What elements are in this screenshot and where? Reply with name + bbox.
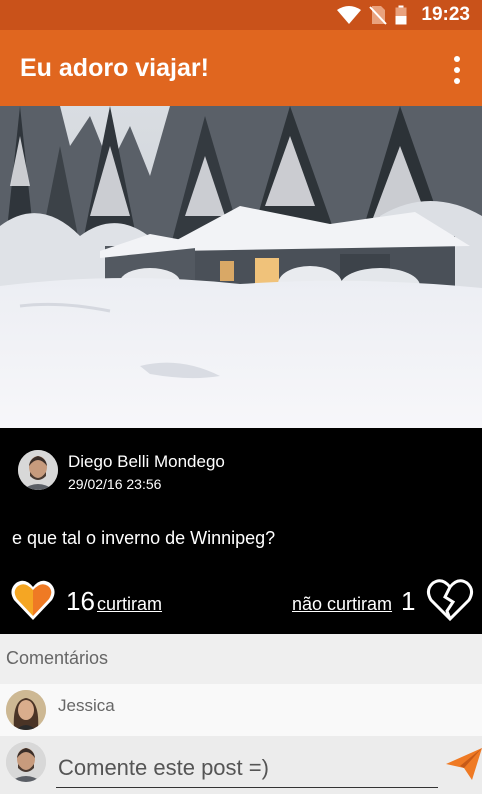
current-user-avatar [6,742,46,782]
comment-input[interactable] [56,748,438,788]
comment-author: Jessica [58,696,115,715]
post-timestamp: 29/02/16 23:56 [68,476,162,492]
dislikes-link[interactable]: não curtiram [292,594,392,615]
wifi-icon [337,6,362,24]
overflow-dot [454,56,460,62]
snowy-house-image [0,106,482,428]
app-bar: Eu adoro viajar! [0,30,482,106]
overflow-dot [454,78,460,84]
no-sim-icon [369,6,388,25]
dislike-count: 1 [401,586,416,616]
post-photo[interactable] [0,106,482,428]
battery-icon [395,5,407,25]
likes-link[interactable]: curtiram [97,594,162,615]
post-card: Diego Belli Mondego 29/02/16 23:56 e que… [0,428,482,634]
overflow-dot [454,67,460,73]
overflow-menu-button[interactable] [452,56,462,84]
send-icon[interactable] [444,744,482,784]
author-avatar[interactable] [18,450,58,490]
comment-item[interactable]: Jessica [0,684,482,736]
heart-like-icon[interactable] [10,578,56,622]
commenter-avatar[interactable] [6,690,46,730]
comment-composer [0,736,482,794]
status-bar: 19:23 [0,0,482,30]
like-count: 16 [66,586,95,616]
broken-heart-icon[interactable] [426,578,474,622]
comments-header: Comentários [0,634,482,684]
post-caption: e que tal o inverno de Winnipeg? [12,528,276,548]
clock: 19:23 [421,4,470,25]
author-name[interactable]: Diego Belli Mondego [68,452,225,472]
page-title: Eu adoro viajar! [20,53,209,82]
